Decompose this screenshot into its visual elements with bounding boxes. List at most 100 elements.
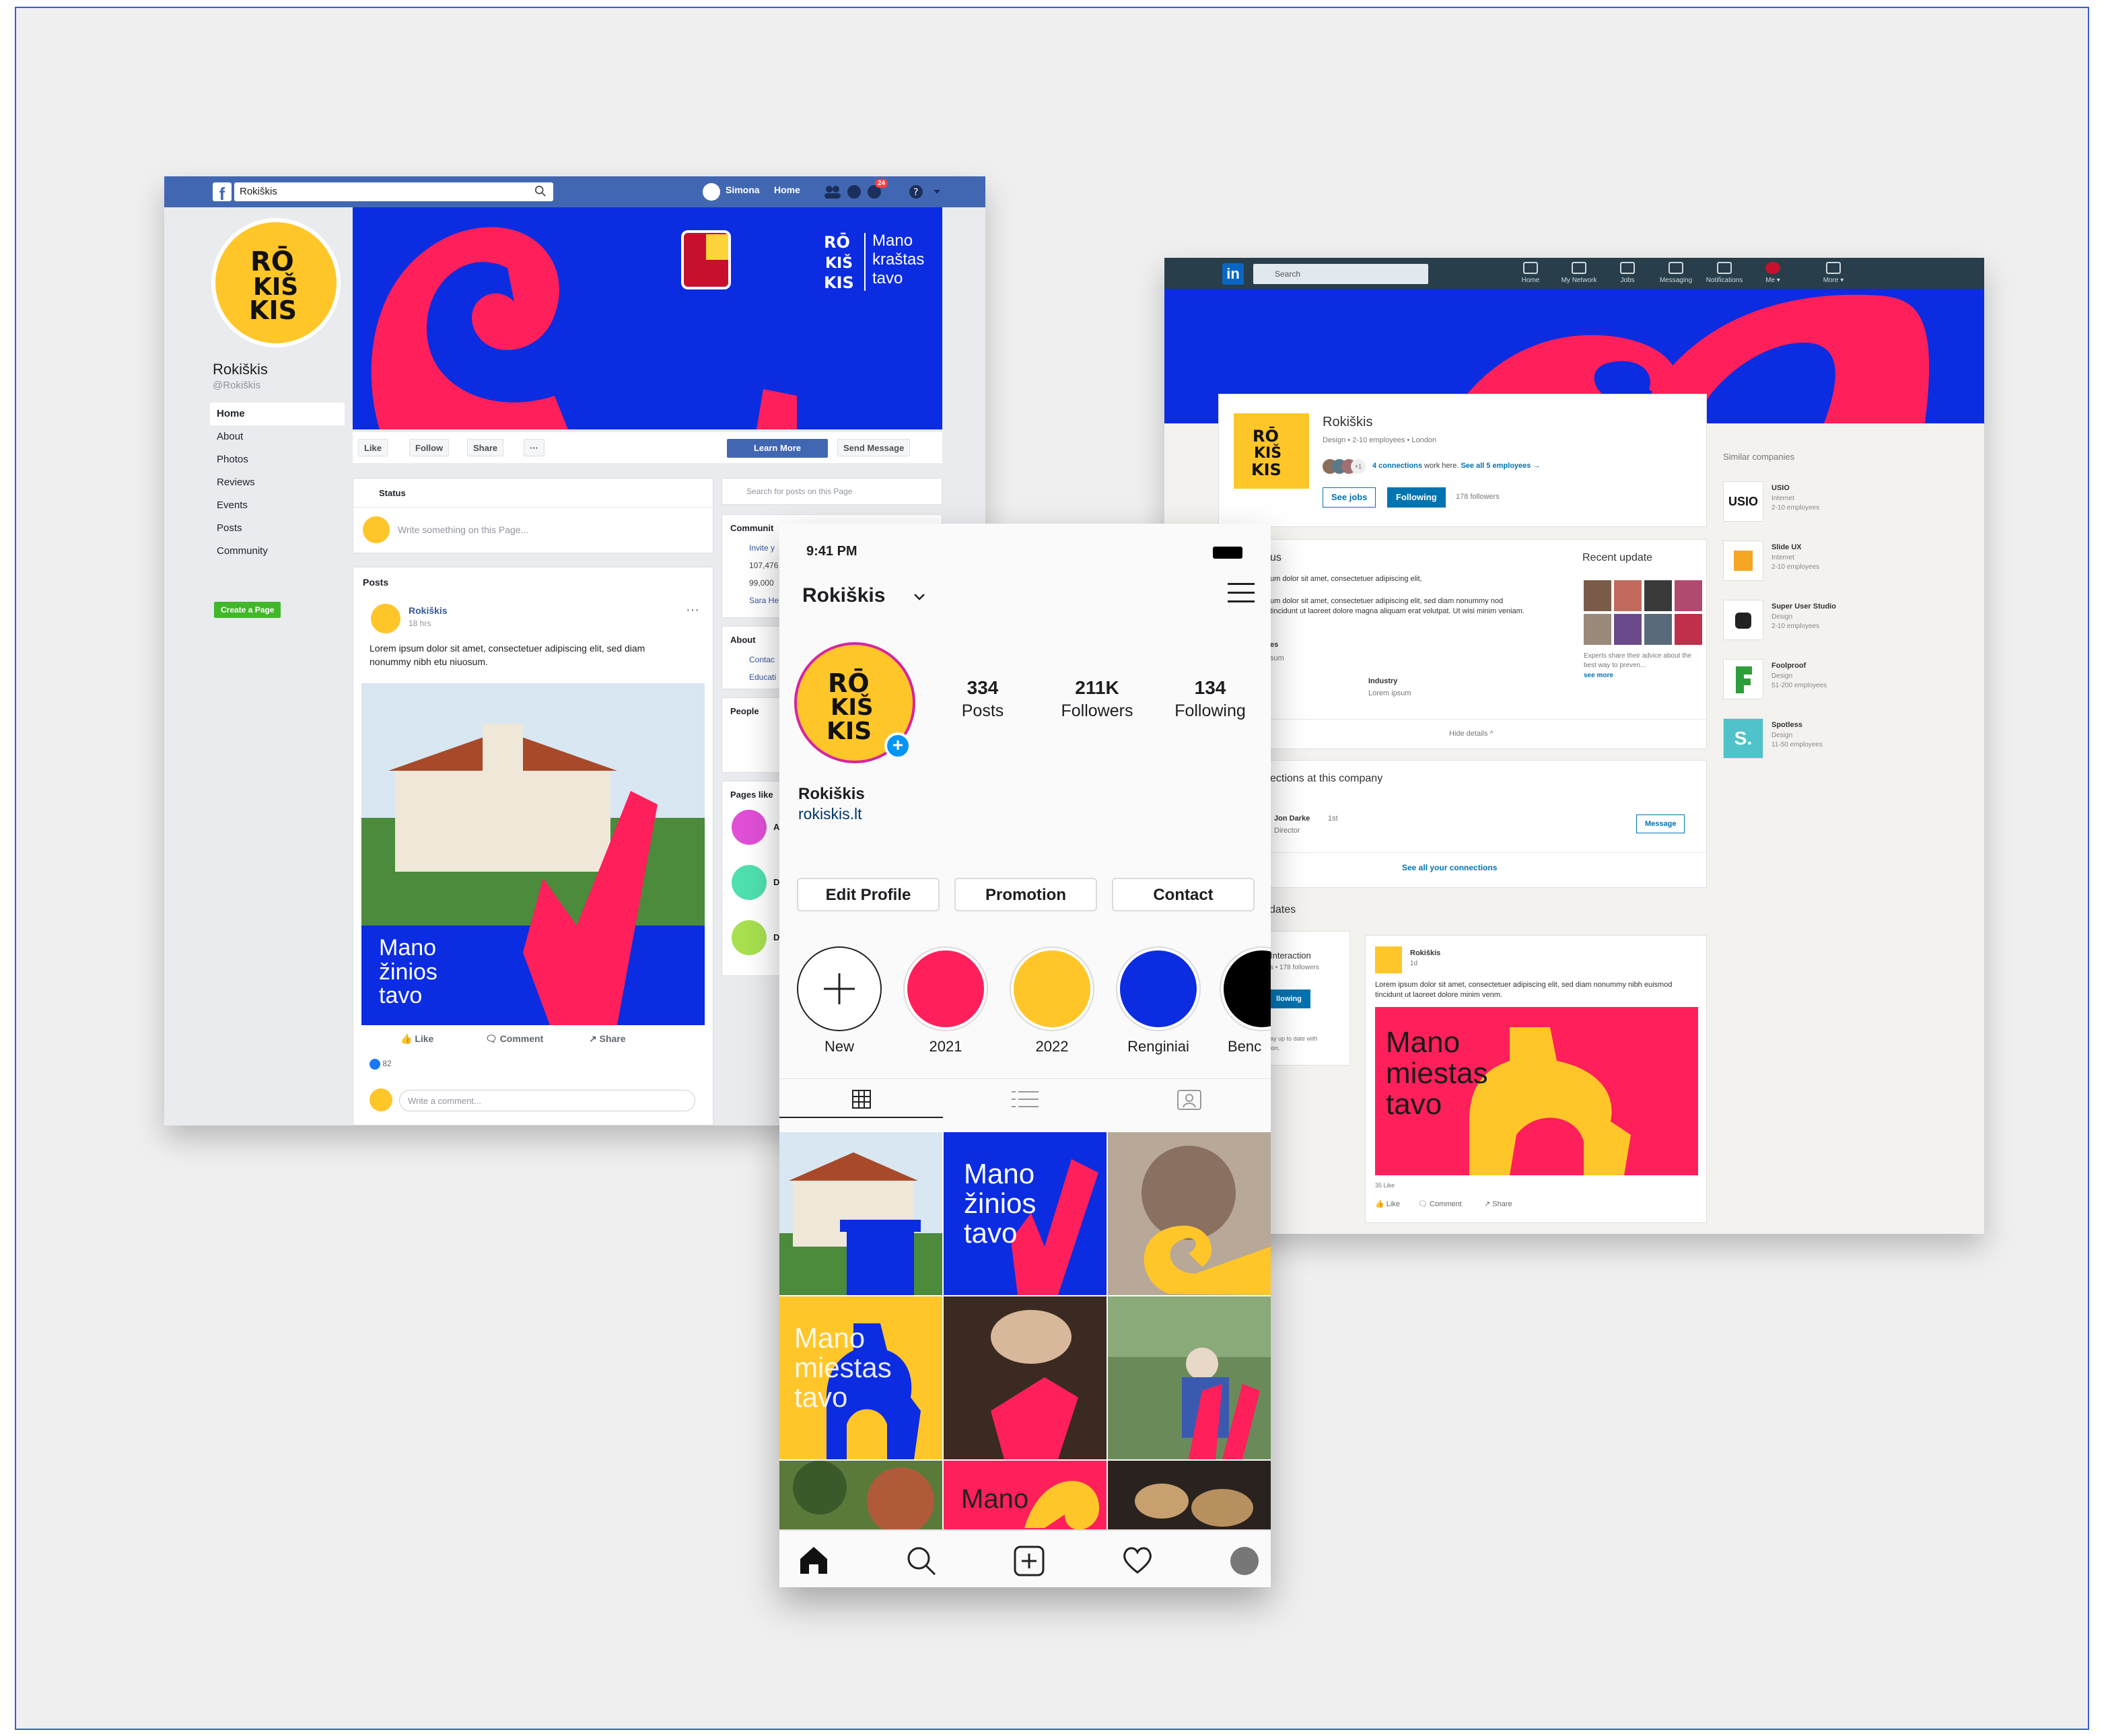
nav-notifications[interactable]: Notifications (1704, 262, 1745, 284)
share-page-button[interactable]: Share (467, 439, 504, 456)
messenger-icon[interactable] (847, 184, 862, 199)
grid-post[interactable] (1108, 1132, 1271, 1295)
edit-profile-button[interactable]: Edit Profile (797, 878, 940, 911)
follow-button[interactable]: Follow (409, 439, 450, 456)
add-story-icon[interactable]: + (884, 732, 911, 759)
connections-link[interactable]: 4 connections (1372, 462, 1422, 470)
story-highlight-new[interactable]: New (796, 948, 883, 1055)
chevron-down-icon[interactable] (933, 188, 941, 195)
recent-update-photos[interactable] (1584, 580, 1702, 645)
contact-button[interactable]: Contact (1112, 878, 1255, 911)
grid-post[interactable]: Mano žinios tavo (944, 1132, 1107, 1295)
linkedin-logo-icon[interactable]: in (1222, 263, 1244, 285)
profile-avatar-icon[interactable] (1230, 1547, 1259, 1575)
nav-user-name[interactable]: Simona (726, 184, 760, 195)
post-image[interactable]: Mano žinios tavo (361, 683, 705, 1025)
feed-like-button[interactable]: 👍 Like (1375, 1200, 1400, 1208)
search-icon[interactable] (906, 1546, 937, 1576)
hide-details-button[interactable]: Hide details ^ (1449, 730, 1494, 738)
profile-username[interactable]: Rokiškis (802, 584, 885, 607)
see-all-employees-link[interactable]: See all 5 employees → (1461, 462, 1540, 470)
friends-icon[interactable] (824, 184, 841, 199)
profile-link[interactable]: rokiskis.lt (798, 805, 862, 823)
liked-page-avatar[interactable] (732, 810, 767, 845)
hamburger-menu-icon[interactable] (1228, 582, 1255, 604)
similar-company[interactable]: S. Spotless Design 11-50 employees (1723, 718, 1925, 772)
tab-tagged[interactable] (1107, 1079, 1271, 1118)
home-icon[interactable] (798, 1546, 829, 1575)
nav-more[interactable]: More ▾ (1813, 262, 1854, 284)
stat-following[interactable]: 134 Following (1163, 677, 1257, 721)
status-input[interactable]: Write something on this Page... (398, 524, 528, 535)
similar-company[interactable]: Foolproof Design 51-200 employees (1723, 659, 1925, 713)
chevron-down-icon[interactable] (913, 592, 926, 602)
nav-home[interactable]: Home (774, 184, 800, 195)
send-message-button[interactable]: Send Message (837, 439, 911, 456)
liked-page-name[interactable]: D (773, 932, 779, 942)
story-highlight-2022[interactable]: 2022 (1008, 948, 1096, 1055)
menu-item-posts[interactable]: Posts (210, 517, 345, 540)
page-avatar[interactable]: RŌ KIŠ KIS (211, 218, 341, 347)
search-posts-input[interactable]: Search for posts on this Page (746, 487, 852, 496)
grid-post[interactable] (1108, 1296, 1271, 1459)
stat-followers[interactable]: 211K Followers (1050, 677, 1144, 721)
new-post-icon[interactable] (1014, 1546, 1045, 1576)
story-highlight-2021[interactable]: 2021 (902, 948, 989, 1055)
following-button[interactable]: Following (1387, 487, 1446, 508)
see-jobs-button[interactable]: See jobs (1323, 487, 1376, 508)
connection-name[interactable]: Jon Darke (1274, 814, 1310, 823)
comment-input[interactable]: Write a comment... (399, 1090, 695, 1111)
status-tab[interactable]: Status (379, 488, 406, 498)
grid-post[interactable] (779, 1132, 942, 1295)
liked-page-avatar[interactable] (732, 920, 767, 955)
learn-more-button[interactable]: Learn More (727, 439, 828, 458)
heart-icon[interactable] (1121, 1546, 1154, 1575)
menu-item-home[interactable]: Home (210, 403, 345, 425)
help-icon[interactable]: ? (909, 184, 923, 199)
search-icon[interactable] (534, 185, 547, 197)
like-page-button[interactable]: Like (358, 439, 388, 456)
nav-messaging[interactable]: Messaging (1656, 262, 1696, 284)
grid-post[interactable] (944, 1296, 1107, 1459)
tab-list[interactable] (943, 1079, 1107, 1118)
facebook-search-input[interactable]: Rokiškis (234, 182, 553, 201)
post-author[interactable]: Rokiškis (409, 605, 448, 616)
menu-item-community[interactable]: Community (210, 540, 345, 563)
post-options-icon[interactable]: ··· (686, 602, 699, 618)
nav-home[interactable]: Home (1510, 262, 1551, 284)
similar-company[interactable]: USIO USIO Internet 2-10 employees (1723, 481, 1925, 535)
feed-share-button[interactable]: ↗ Share (1484, 1200, 1512, 1208)
see-more-link[interactable]: see more (1584, 672, 1613, 679)
menu-item-events[interactable]: Events (210, 494, 345, 517)
linkedin-search-input[interactable]: Search (1253, 264, 1428, 284)
liked-page-avatar[interactable] (732, 865, 767, 900)
stat-posts[interactable]: 334 Posts (936, 677, 1030, 721)
create-page-button[interactable]: Create a Page (214, 602, 281, 618)
search-posts-box[interactable]: Search for posts on this Page (722, 478, 942, 505)
see-all-connections-link[interactable]: See all your connections (1402, 863, 1497, 872)
message-button[interactable]: Message (1636, 814, 1685, 833)
nav-my-network[interactable]: My Network (1559, 262, 1599, 284)
post-like-button[interactable]: 👍 Like (400, 1033, 433, 1045)
more-button[interactable]: ··· (524, 439, 545, 456)
community-row[interactable]: Invite y (749, 539, 779, 557)
story-highlight-benc[interactable]: Benc (1218, 948, 1271, 1055)
liked-page-name[interactable]: A (773, 822, 779, 832)
nav-me[interactable]: Me ▾ (1753, 262, 1793, 284)
interaction-following-button[interactable]: llowing (1267, 989, 1310, 1008)
about-row[interactable]: Educati (749, 668, 776, 686)
menu-item-reviews[interactable]: Reviews (210, 471, 345, 494)
feed-comment-button[interactable]: 🗨 Comment (1418, 1200, 1462, 1208)
user-avatar[interactable] (703, 183, 720, 201)
post-comment-button[interactable]: 🗨 Comment (485, 1033, 543, 1045)
about-row[interactable]: Contac (749, 651, 776, 668)
similar-company[interactable]: Super User Studio Design 2-10 employees (1723, 600, 1925, 654)
menu-item-about[interactable]: About (210, 425, 345, 448)
feed-post-image[interactable]: Mano miestas tavo (1375, 1007, 1698, 1175)
feed-post-author[interactable]: Rokiškis (1410, 949, 1440, 957)
nav-jobs[interactable]: Jobs (1607, 262, 1648, 284)
grid-post[interactable]: Mano miestas tavo (779, 1296, 942, 1459)
story-highlight-renginiai[interactable]: Renginiai (1115, 948, 1202, 1055)
facebook-logo-icon[interactable]: f (213, 182, 232, 204)
liked-page-name[interactable]: D (773, 877, 779, 887)
